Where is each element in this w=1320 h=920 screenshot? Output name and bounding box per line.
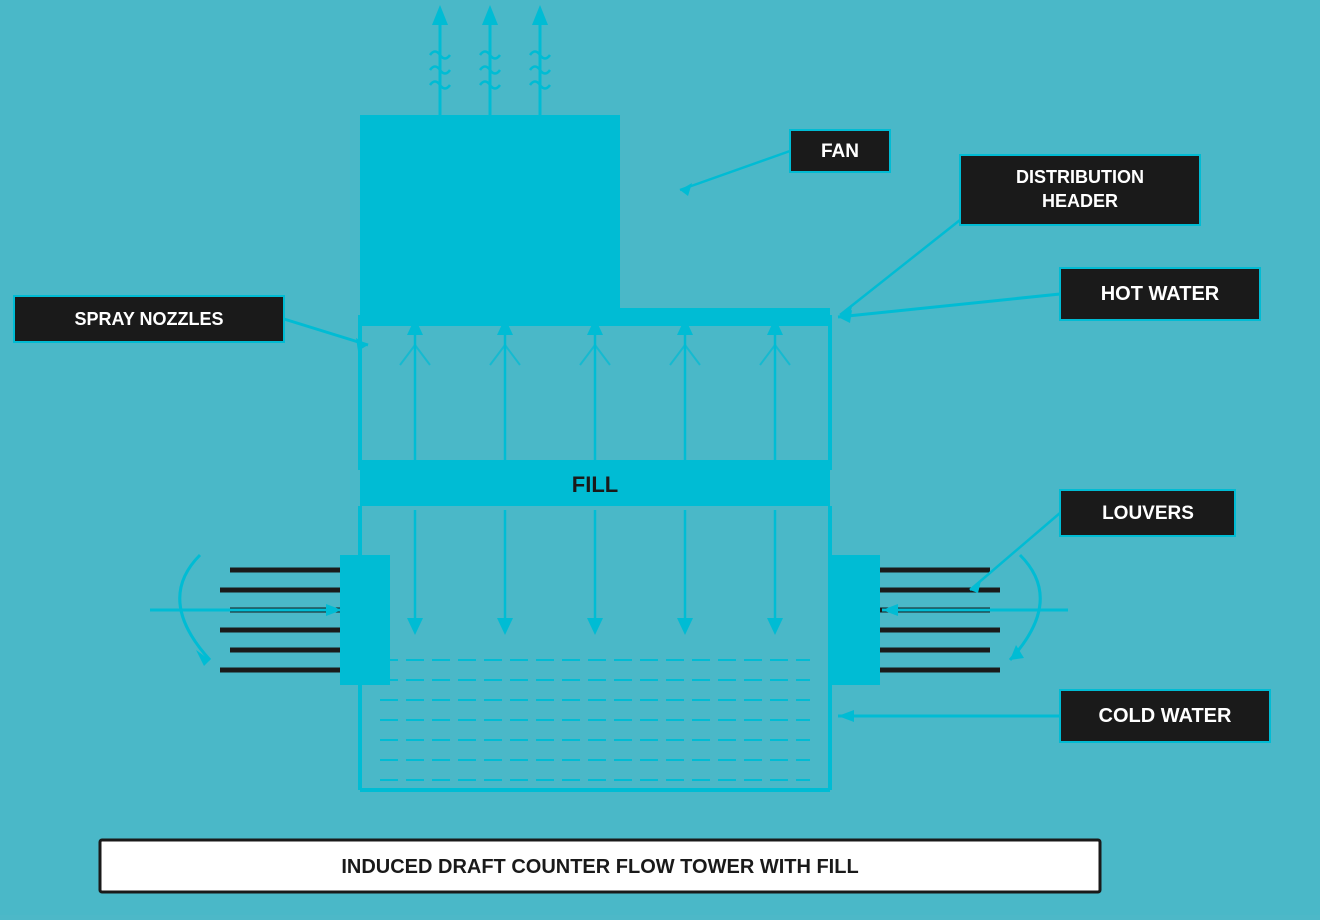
distribution-header-label: DISTRIBUTION bbox=[1016, 167, 1144, 187]
distribution-header-label2: HEADER bbox=[1042, 191, 1118, 211]
cold-water-label: COLD WATER bbox=[1099, 705, 1233, 727]
diagram-container: FAN DISTRIBUTION HEADER HOT WATER SPRAY … bbox=[0, 0, 1320, 915]
hot-water-label: HOT WATER bbox=[1101, 283, 1220, 305]
louvers-label: LOUVERS bbox=[1102, 503, 1194, 524]
caption-label: INDUCED DRAFT COUNTER FLOW TOWER WITH FI… bbox=[341, 856, 858, 878]
fill-label: FILL bbox=[572, 472, 618, 497]
spray-nozzles-label: SPRAY NOZZLES bbox=[74, 309, 223, 329]
fan-label: FAN bbox=[821, 141, 859, 162]
